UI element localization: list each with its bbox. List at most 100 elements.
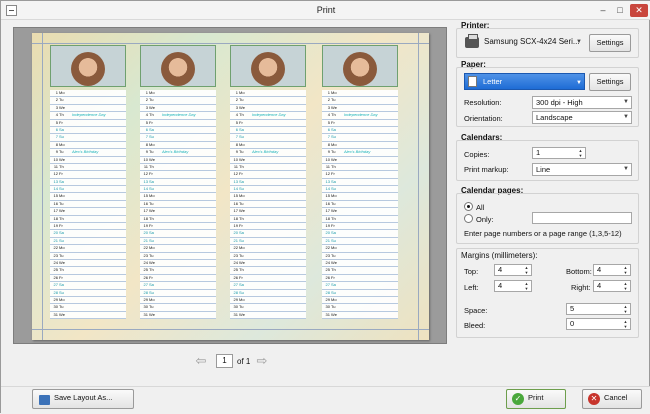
- spinner-icon[interactable]: ▲ ▼: [622, 281, 629, 291]
- day-row: 14 Su: [140, 186, 216, 194]
- spinner-icon[interactable]: ▲ ▼: [622, 265, 629, 275]
- weekday-label: Mo: [149, 296, 155, 302]
- day-number: 21: [233, 237, 238, 243]
- day-number: 17: [143, 208, 148, 214]
- day-number: 22: [143, 245, 148, 251]
- day-number: 10: [143, 156, 148, 162]
- day-number: 9: [327, 149, 330, 155]
- event-label: Alex's Birthday: [344, 149, 371, 155]
- margin-bottom-input[interactable]: 4 ▲ ▼: [593, 264, 631, 276]
- day-list: 1 Mo 2 Tu 3 We 4 Th Independence Day 5 Fr 6 Sa 7 Su 8 Mo…: [50, 90, 126, 320]
- day-row: 4 Th Independence Day: [140, 112, 216, 120]
- photo-girl-icon: [140, 45, 216, 87]
- orientation-label: Orientation:: [464, 114, 503, 123]
- weekday-label: Mo: [331, 90, 337, 95]
- day-row: 10 We: [230, 156, 306, 164]
- day-number: 12: [325, 171, 330, 177]
- day-number: 5: [235, 119, 238, 125]
- cancel-button[interactable]: ✕ Cancel: [582, 389, 642, 409]
- printer-select[interactable]: Samsung SCX-4x24 Seri... ▼: [481, 35, 584, 51]
- day-number: 20: [325, 230, 330, 236]
- spinner-icon[interactable]: ▲ ▼: [523, 281, 530, 291]
- copies-input[interactable]: 1 ▲ ▼: [532, 147, 586, 159]
- only-pages-radio[interactable]: [464, 214, 473, 223]
- weekday-label: We: [59, 156, 65, 162]
- arrow-left-icon[interactable]: ⇦: [194, 354, 208, 368]
- day-row: 19 Fr: [230, 223, 306, 231]
- day-number: 27: [325, 282, 330, 288]
- weekday-label: Fr: [239, 171, 243, 177]
- day-row: 26 Fr: [140, 274, 216, 283]
- event-label: Alex's Birthday: [252, 149, 279, 155]
- title-bar: Print – □ ✕: [1, 1, 650, 20]
- page-number-input[interactable]: 1: [216, 354, 233, 368]
- weekday-label: Tu: [149, 304, 154, 310]
- minimize-icon[interactable]: –: [595, 4, 611, 17]
- weekday-label: Sa: [59, 282, 64, 288]
- resolution-select[interactable]: 300 dpi - High ▼: [532, 96, 632, 109]
- weekday-label: Th: [331, 112, 336, 118]
- spinner-icon[interactable]: ▲ ▼: [523, 265, 530, 275]
- weekday-label: We: [331, 259, 337, 265]
- weekday-label: Tu: [331, 97, 336, 103]
- day-number: 29: [143, 296, 148, 302]
- day-row: 22 Mo: [230, 245, 306, 253]
- day-number: 12: [143, 171, 148, 177]
- day-number: 31: [325, 311, 330, 317]
- day-number: 16: [143, 200, 148, 206]
- space-input[interactable]: 5 ▲ ▼: [566, 303, 631, 315]
- day-number: 22: [233, 245, 238, 251]
- day-number: 21: [53, 237, 58, 243]
- day-row: 30 Tu: [140, 304, 216, 312]
- save-layout-button[interactable]: Save Layout As...: [32, 389, 134, 409]
- weekday-label: Su: [149, 186, 154, 192]
- day-number: 13: [325, 178, 330, 184]
- weekday-label: We: [331, 311, 337, 317]
- photo-boy-icon: [322, 45, 398, 87]
- day-number: 5: [145, 119, 148, 125]
- paper-select[interactable]: Letter ▼: [464, 73, 585, 90]
- all-pages-radio[interactable]: [464, 202, 473, 211]
- weekday-label: Sa: [239, 230, 244, 236]
- close-icon[interactable]: ✕: [630, 4, 648, 17]
- print-markup-select[interactable]: Line ▼: [532, 163, 632, 176]
- maximize-icon[interactable]: □: [612, 4, 628, 17]
- printer-settings-button[interactable]: Settings: [589, 34, 631, 52]
- day-number: 3: [145, 104, 148, 110]
- weekday-label: Tu: [149, 252, 154, 258]
- weekday-label: We: [239, 208, 245, 214]
- weekday-label: Fr: [331, 171, 335, 177]
- margin-bottom-label: Bottom:: [566, 267, 592, 276]
- print-dialog: Print – □ ✕ 1 Mo 2 Tu 3 We 4 Th Independence Day…: [0, 0, 650, 414]
- page-range-input[interactable]: [532, 212, 632, 224]
- day-row: 23 Tu: [322, 252, 398, 260]
- day-number: 17: [325, 208, 330, 214]
- weekday-label: Th: [149, 267, 154, 273]
- arrow-right-icon[interactable]: ⇨: [255, 354, 269, 368]
- day-row: 5 Fr: [230, 119, 306, 127]
- weekday-label: Th: [149, 215, 154, 221]
- print-button[interactable]: ✓ Print: [506, 389, 566, 409]
- weekday-label: Th: [239, 215, 244, 221]
- day-number: 16: [233, 200, 238, 206]
- margin-right-input[interactable]: 4 ▲ ▼: [593, 280, 631, 292]
- margin-top-input[interactable]: 4 ▲ ▼: [494, 264, 532, 276]
- spinner-icon[interactable]: ▲ ▼: [622, 304, 629, 314]
- day-row: 5 Fr: [322, 119, 398, 127]
- resolution-value: 300 dpi - High: [536, 98, 583, 107]
- weekday-label: Mo: [239, 296, 245, 302]
- orientation-select[interactable]: Landscape ▼: [532, 111, 632, 124]
- day-number: 19: [143, 223, 148, 229]
- paper-settings-button[interactable]: Settings: [589, 73, 631, 91]
- day-row: 27 Sa: [322, 282, 398, 290]
- day-number: 19: [53, 223, 58, 229]
- bleed-input[interactable]: 0 ▲ ▼: [566, 318, 631, 330]
- day-number: 2: [327, 97, 330, 103]
- weekday-label: Su: [331, 289, 336, 295]
- spinner-icon[interactable]: ▲ ▼: [622, 319, 629, 329]
- day-row: 7 Su: [322, 134, 398, 142]
- spinner-icon[interactable]: ▲ ▼: [577, 148, 584, 158]
- margin-left-input[interactable]: 4 ▲ ▼: [494, 280, 532, 292]
- weekday-label: Fr: [331, 274, 335, 280]
- day-number: 20: [143, 230, 148, 236]
